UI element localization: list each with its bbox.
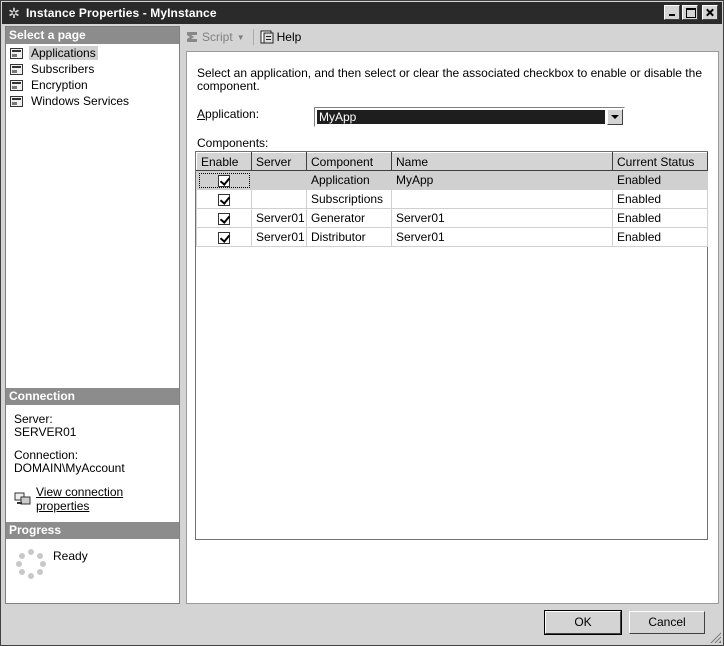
page-description: Select an application, and then select o…: [197, 66, 702, 93]
page-item-label: Subscribers: [31, 62, 95, 76]
applications-page: Select an application, and then select o…: [186, 51, 719, 604]
title-bar[interactable]: ✲ Instance Properties - MyInstance: [2, 2, 722, 24]
gear-icon: ✲: [8, 5, 20, 21]
progress-status: Ready: [53, 549, 88, 563]
component-cell: Distributor: [306, 227, 392, 247]
enable-cell[interactable]: [196, 208, 252, 228]
script-icon: [185, 30, 199, 44]
page-item-encryption[interactable]: Encryption: [6, 77, 179, 93]
script-label: Script: [202, 30, 233, 44]
page-item-windows-services[interactable]: Windows Services: [6, 93, 179, 109]
ok-button[interactable]: OK: [544, 610, 622, 635]
minimize-button[interactable]: [664, 5, 680, 20]
resize-grip-icon[interactable]: [709, 631, 721, 643]
application-label-text: pplication:: [205, 107, 260, 121]
application-label-accesskey: A: [197, 107, 206, 121]
enable-cell[interactable]: [196, 170, 252, 190]
component-cell: Application: [306, 170, 392, 190]
page-item-subscribers[interactable]: Subscribers: [6, 61, 179, 77]
cancel-button[interactable]: Cancel: [629, 611, 705, 634]
server-cell: Server01: [251, 227, 307, 247]
maximize-button[interactable]: [682, 5, 698, 20]
column-header-current-status[interactable]: Current Status: [612, 152, 708, 171]
component-cell: Subscriptions: [306, 189, 392, 209]
name-cell: Server01: [391, 208, 613, 228]
table-row[interactable]: Server01 Generator Server01 Enabled: [196, 208, 708, 228]
status-cell: Enabled: [612, 208, 708, 228]
connection-properties-icon: [14, 492, 32, 506]
table-row[interactable]: Subscriptions Enabled: [196, 189, 708, 209]
server-cell: Server01: [251, 208, 307, 228]
table-row[interactable]: Server01 Distributor Server01 Enabled: [196, 227, 708, 247]
instance-properties-dialog: ✲ Instance Properties - MyInstance Selec…: [0, 0, 724, 646]
name-cell: [391, 189, 613, 209]
connection-value: DOMAIN\MyAccount: [14, 461, 125, 475]
select-page-header: Select a page: [6, 27, 179, 44]
connection-info: Server: SERVER01 Connection: DOMAIN\MyAc…: [6, 413, 179, 514]
page-list: Applications Subscribers Encryption Wind…: [6, 45, 179, 109]
enable-checkbox[interactable]: [218, 193, 230, 206]
column-header-name[interactable]: Name: [391, 152, 613, 171]
column-header-enable[interactable]: Enable: [196, 152, 252, 171]
status-cell: Enabled: [612, 189, 708, 209]
toolbar: Script ▼ Help: [181, 26, 722, 48]
table-row[interactable]: Application MyApp Enabled: [196, 170, 708, 190]
script-button[interactable]: Script ▼: [185, 30, 245, 44]
close-button[interactable]: [702, 5, 718, 20]
window-controls: [664, 5, 718, 20]
properties-page-icon: [9, 46, 25, 60]
page-item-label: Encryption: [31, 78, 88, 92]
toolbar-separator: [252, 29, 254, 45]
application-dropdown-value: MyApp: [317, 110, 605, 124]
status-cell: Enabled: [612, 170, 708, 190]
properties-page-icon: [9, 78, 25, 92]
enable-checkbox[interactable]: [218, 212, 230, 225]
chevron-down-icon[interactable]: ▼: [237, 33, 245, 42]
page-item-label: Applications: [29, 46, 98, 60]
enable-checkbox[interactable]: [218, 231, 230, 244]
application-label: Application:: [197, 107, 259, 121]
server-value: SERVER01: [14, 425, 77, 439]
server-cell: [251, 170, 307, 190]
name-cell: Server01: [391, 227, 613, 247]
enable-checkbox[interactable]: [218, 174, 230, 187]
column-header-server[interactable]: Server: [251, 152, 307, 171]
server-cell: [251, 189, 307, 209]
view-connection-properties-label: View connection properties: [36, 485, 124, 513]
enable-cell[interactable]: [196, 227, 252, 247]
help-button[interactable]: Help: [260, 30, 302, 44]
page-item-label: Windows Services: [31, 94, 130, 108]
name-cell: MyApp: [391, 170, 613, 190]
component-cell: Generator: [306, 208, 392, 228]
left-panel: Select a page Applications Subscribers E…: [5, 26, 180, 604]
help-icon: [260, 30, 274, 44]
window-title: Instance Properties - MyInstance: [26, 6, 217, 20]
connection-header: Connection: [6, 388, 179, 405]
help-label: Help: [276, 30, 302, 44]
properties-page-icon: [9, 62, 25, 76]
view-connection-properties-link[interactable]: View connection properties: [6, 485, 179, 513]
column-header-component[interactable]: Component: [306, 152, 392, 171]
page-item-applications[interactable]: Applications: [6, 45, 179, 61]
status-cell: Enabled: [612, 227, 708, 247]
components-grid: Enable Server Component Name Current Sta…: [195, 151, 708, 540]
progress-spinner-icon: [16, 549, 46, 579]
properties-page-icon: [9, 94, 25, 108]
progress-header: Progress: [6, 522, 179, 539]
chevron-down-icon[interactable]: [607, 109, 623, 125]
components-label: Components:: [197, 136, 269, 150]
enable-cell[interactable]: [196, 189, 252, 209]
application-dropdown[interactable]: MyApp: [314, 107, 625, 127]
